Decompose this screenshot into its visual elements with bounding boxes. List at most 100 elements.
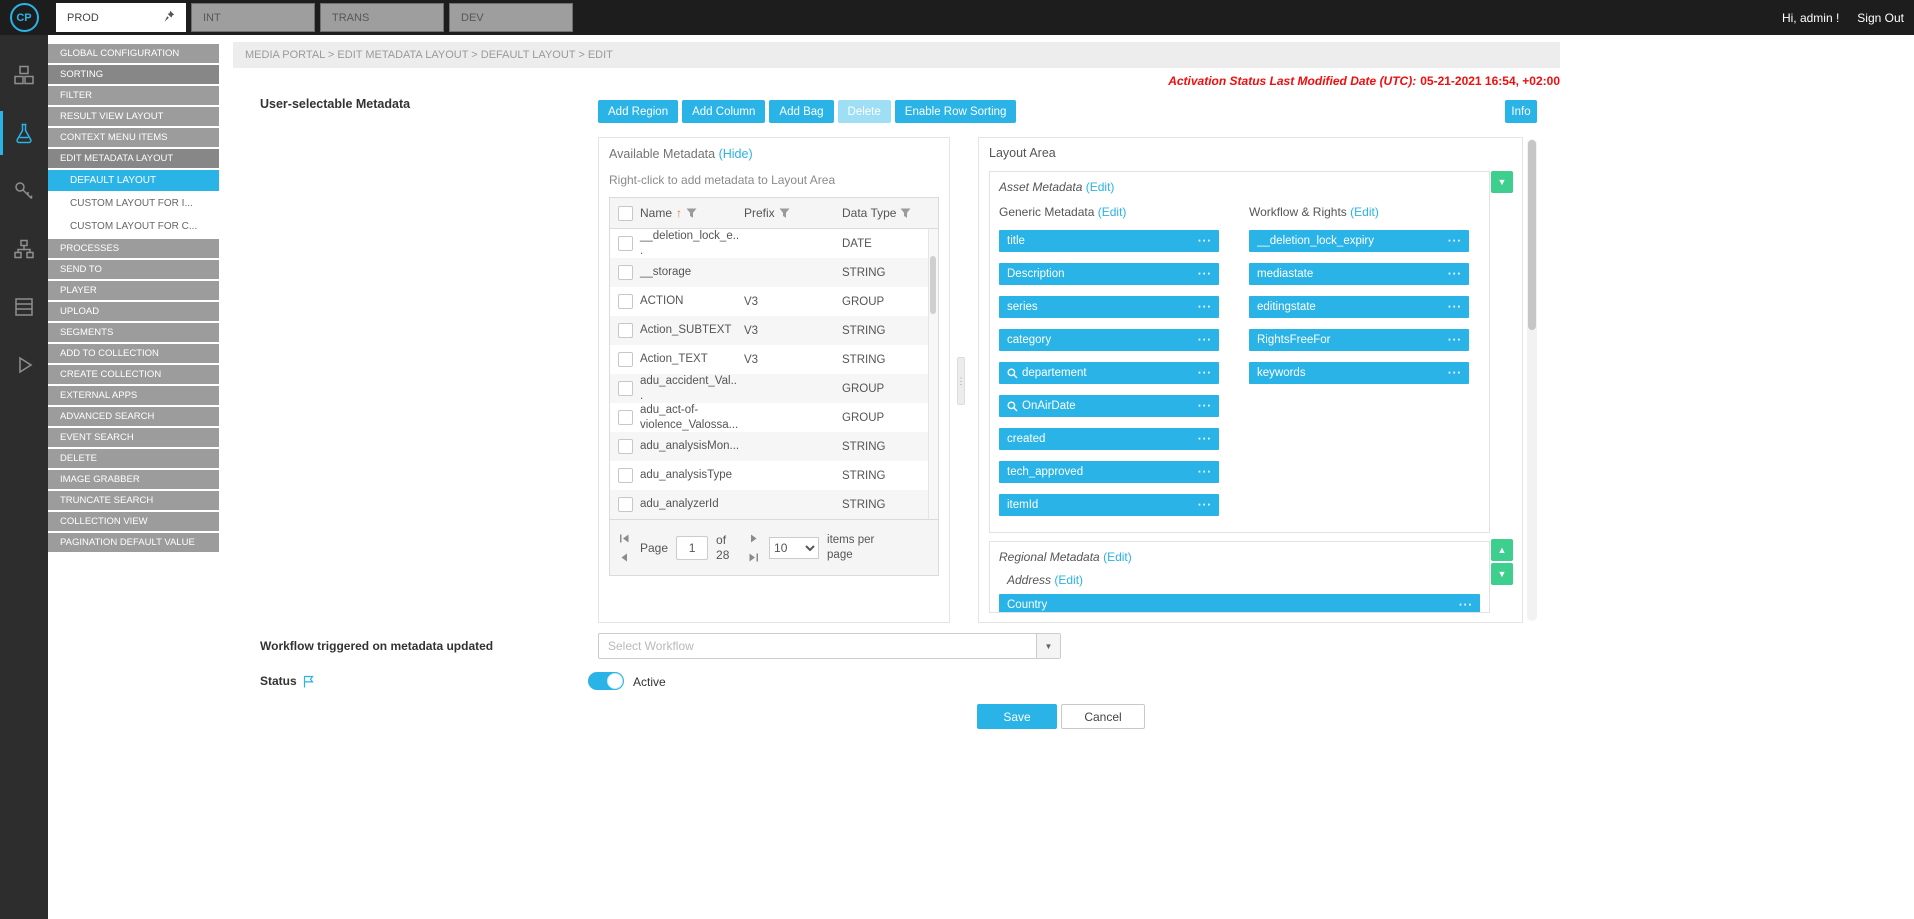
layout-field-item[interactable]: series [999,296,1219,318]
edit-asset-metadata-link[interactable]: (Edit) [1086,180,1115,194]
sidebar-item-context-menu-items[interactable]: CONTEXT MENU ITEMS [48,128,219,147]
last-page-button[interactable] [746,551,761,563]
move-down-button[interactable]: ▼ [1491,171,1513,193]
item-options-icon[interactable] [1448,364,1462,376]
item-options-icon[interactable] [1198,298,1212,310]
add-column-button[interactable]: Add Column [682,100,765,123]
column-header-prefix[interactable]: Prefix [744,206,842,220]
row-checkbox[interactable] [618,323,633,338]
item-options-icon[interactable] [1198,331,1212,343]
hide-link[interactable]: (Hide) [719,147,753,161]
layout-field-item[interactable]: keywords [1249,362,1469,384]
table-row[interactable]: adu_analysisType STRING [610,461,938,490]
layout-scrollbar[interactable] [1527,139,1537,621]
row-checkbox[interactable] [618,381,633,396]
layout-field-item[interactable]: itemId [999,494,1219,516]
row-checkbox[interactable] [618,439,633,454]
table-row[interactable]: adu_analyzerId STRING [610,490,938,519]
page-size-select[interactable]: 10 [769,537,819,559]
sidebar-item-send-to[interactable]: SEND TO [48,260,219,279]
layout-field-item[interactable]: departement [999,362,1219,384]
sidebar-item-collection-view[interactable]: COLLECTION VIEW [48,512,219,531]
delete-button[interactable]: Delete [838,100,891,123]
layout-field-item[interactable]: editingstate [1249,296,1469,318]
sitemap-icon[interactable] [0,227,48,271]
filter-icon[interactable] [900,208,911,219]
edit-regional-link[interactable]: (Edit) [1103,550,1132,564]
row-checkbox[interactable] [618,265,633,280]
sidebar-item-processes[interactable]: PROCESSES [48,239,219,258]
sidebar-item-truncate-search[interactable]: TRUNCATE SEARCH [48,491,219,510]
layout-field-item[interactable]: Country [999,594,1480,613]
edit-workflow-rights-link[interactable]: (Edit) [1350,205,1379,219]
row-checkbox[interactable] [618,468,633,483]
sidebar-item-player[interactable]: PLAYER [48,281,219,300]
tab-dev[interactable]: DEV [449,3,573,32]
table-scrollbar[interactable] [928,229,938,519]
table-scrollbar-thumb[interactable] [930,256,936,314]
cubes-icon[interactable] [0,53,48,97]
breadcrumb[interactable]: MEDIA PORTAL > EDIT METADATA LAYOUT > DE… [233,42,1560,68]
layout-field-item[interactable]: created [999,428,1219,450]
table-row[interactable]: Action_SUBTEXT V3 STRING [610,316,938,345]
item-options-icon[interactable] [1198,364,1212,376]
row-checkbox[interactable] [618,410,633,425]
dropdown-arrow-icon[interactable]: ▼ [1036,634,1060,658]
sidebar-item-custom-layout-2[interactable]: CUSTOM LAYOUT FOR C... [48,216,219,237]
sidebar-item-external-apps[interactable]: EXTERNAL APPS [48,386,219,405]
layout-field-item[interactable]: tech_approved [999,461,1219,483]
cancel-button[interactable]: Cancel [1061,704,1145,729]
page-number-input[interactable] [676,536,708,560]
row-checkbox[interactable] [618,294,633,309]
tab-prod[interactable]: PROD [56,3,186,32]
layout-field-item[interactable]: category [999,329,1219,351]
add-region-button[interactable]: Add Region [598,100,678,123]
item-options-icon[interactable] [1198,232,1212,244]
enable-row-sorting-button[interactable]: Enable Row Sorting [895,100,1017,123]
edit-generic-link[interactable]: (Edit) [1098,205,1127,219]
row-checkbox[interactable] [618,497,633,512]
layout-scrollbar-thumb[interactable] [1528,140,1536,330]
sidebar-item-pagination-default-value[interactable]: PAGINATION DEFAULT VALUE [48,533,219,552]
prev-page-button[interactable] [617,551,632,563]
table-row[interactable]: ACTION V3 GROUP [610,287,938,316]
sidebar-item-filter[interactable]: FILTER [48,86,219,105]
table-row[interactable]: __deletion_lock_e... DATE [610,229,938,258]
item-options-icon[interactable] [1448,331,1462,343]
play-icon[interactable] [0,343,48,387]
layout-field-item[interactable]: title [999,230,1219,252]
sidebar-item-create-collection[interactable]: CREATE COLLECTION [48,365,219,384]
key-icon[interactable] [0,169,48,213]
move-down-button[interactable]: ▼ [1491,563,1513,585]
layout-field-item[interactable]: mediastate [1249,263,1469,285]
item-options-icon[interactable] [1198,397,1212,409]
info-button[interactable]: Info [1505,100,1537,123]
sidebar-item-result-view-layout[interactable]: RESULT VIEW LAYOUT [48,107,219,126]
flask-icon[interactable] [0,111,48,155]
layout-field-item[interactable]: RightsFreeFor [1249,329,1469,351]
save-button[interactable]: Save [977,704,1057,729]
table-row[interactable]: adu_analysisMon... STRING [610,432,938,461]
archive-icon[interactable] [0,285,48,329]
status-toggle[interactable] [588,672,624,690]
sidebar-item-default-layout[interactable]: DEFAULT LAYOUT [48,170,219,191]
item-options-icon[interactable] [1198,496,1212,508]
column-header-data-type[interactable]: Data Type [842,206,930,220]
edit-address-link[interactable]: (Edit) [1054,573,1083,587]
item-options-icon[interactable] [1448,298,1462,310]
table-row[interactable]: __storage STRING [610,258,938,287]
tab-trans[interactable]: TRANS [320,3,444,32]
item-options-icon[interactable] [1198,463,1212,475]
layout-field-item[interactable]: OnAirDate [999,395,1219,417]
table-row[interactable]: Action_TEXT V3 STRING [610,345,938,374]
row-checkbox[interactable] [618,236,633,251]
sidebar-item-advanced-search[interactable]: ADVANCED SEARCH [48,407,219,426]
layout-field-item[interactable]: __deletion_lock_expiry [1249,230,1469,252]
sidebar-item-add-to-collection[interactable]: ADD TO COLLECTION [48,344,219,363]
panel-splitter[interactable]: ⋮ [957,357,965,405]
next-page-button[interactable] [746,532,761,544]
sidebar-item-upload[interactable]: UPLOAD [48,302,219,321]
sign-out-link[interactable]: Sign Out [1857,11,1904,25]
first-page-button[interactable] [617,532,632,544]
item-options-icon[interactable] [1198,430,1212,442]
